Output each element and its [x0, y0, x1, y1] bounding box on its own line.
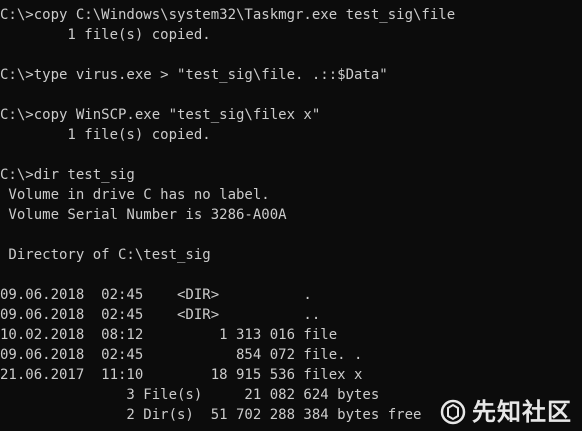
console-line: 2 Dir(s) 51 702 288 384 bytes free — [0, 407, 422, 423]
console-line: C:\>copy C:\Windows\system32\Taskmgr.exe… — [0, 7, 456, 23]
console-line: C:\>type virus.exe > "test_sig\file. .::… — [0, 67, 388, 83]
console-window[interactable]: C:\>copy C:\Windows\system32\Taskmgr.exe… — [0, 0, 582, 431]
xianzhi-logo-icon — [440, 399, 466, 425]
watermark-text: 先知社区 — [472, 398, 572, 426]
console-line: 09.06.2018 02:45 <DIR> . — [0, 287, 312, 303]
console-line: 3 File(s) 21 082 624 bytes — [0, 387, 380, 403]
console-line: 09.06.2018 02:45 <DIR> .. — [0, 307, 321, 323]
watermark: 先知社区 — [440, 399, 572, 425]
console-line: 1 file(s) copied. — [0, 127, 211, 143]
console-line: C:\>dir test_sig — [0, 167, 135, 183]
console-output: C:\>copy C:\Windows\system32\Taskmgr.exe… — [0, 5, 455, 425]
console-line: Volume Serial Number is 3286-A00A — [0, 207, 287, 223]
console-line: 09.06.2018 02:45 854 072 file. . — [0, 347, 363, 363]
console-line: 10.02.2018 08:12 1 313 016 file — [0, 327, 338, 343]
console-line: 1 file(s) copied. — [0, 27, 211, 43]
console-line: C:\>copy WinSCP.exe "test_sig\filex x" — [0, 107, 321, 123]
console-line: Volume in drive C has no label. — [0, 187, 270, 203]
console-line: Directory of C:\test_sig — [0, 247, 211, 263]
console-line: 21.06.2017 11:10 18 915 536 filex x — [0, 367, 363, 383]
